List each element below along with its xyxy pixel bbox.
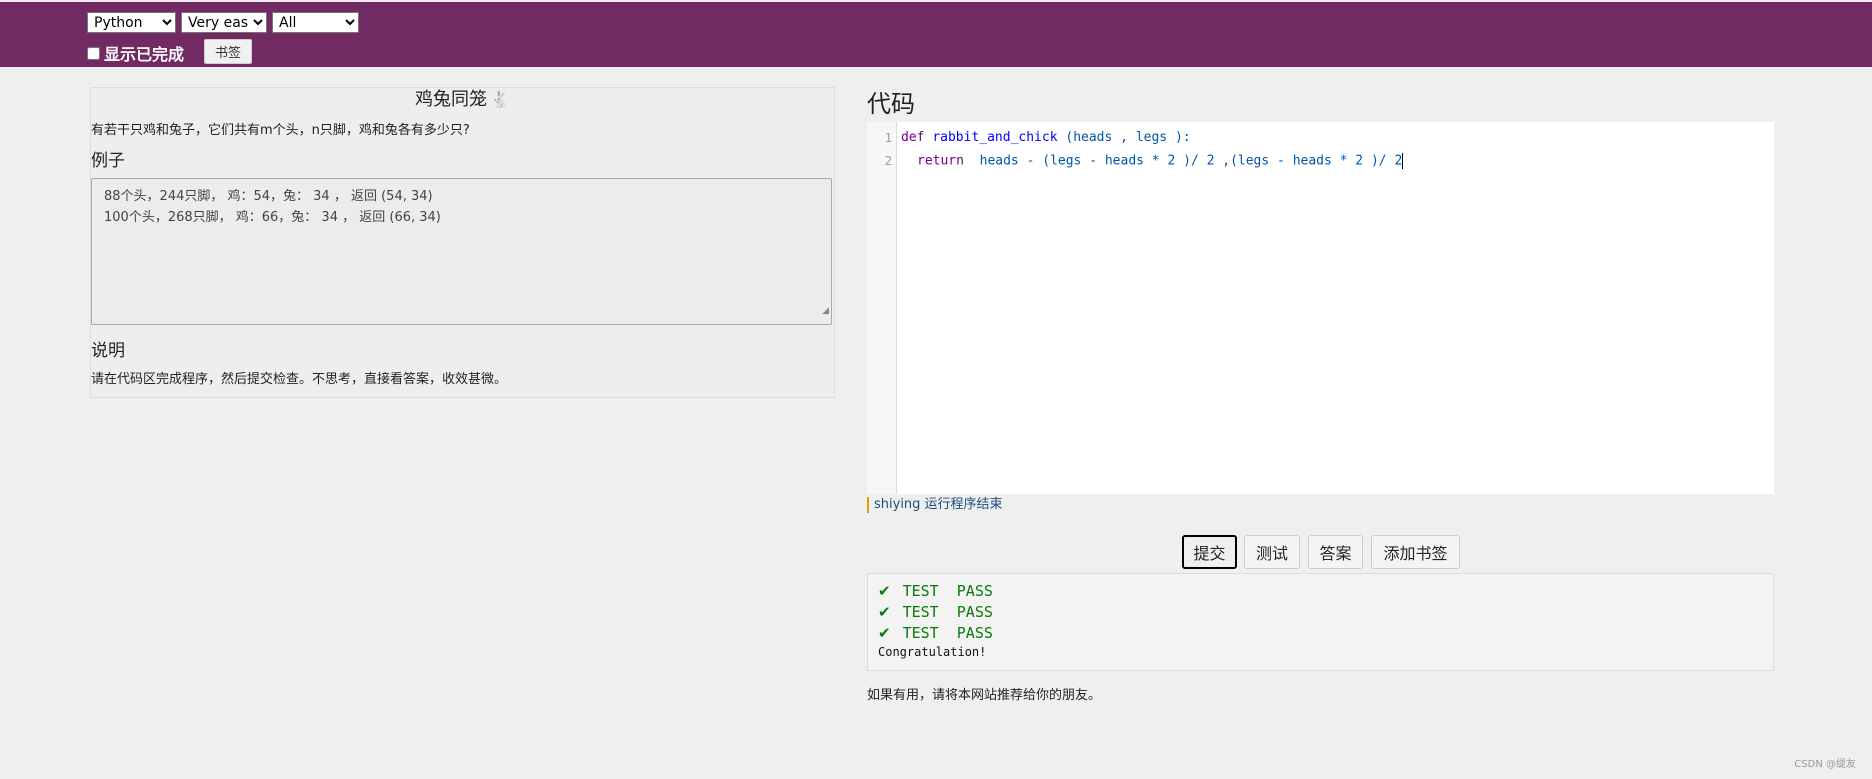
example-line: 88个头，244只脚， 鸡：54，兔： 34 ， 返回 (54, 34): [104, 189, 433, 204]
problem-description: 有若干只鸡和兔子，它们共有m个头，n只脚，鸡和兔各有多少只?: [91, 123, 470, 138]
add-bookmark-button[interactable]: 添加书签: [1371, 535, 1460, 569]
test-button[interactable]: 测试: [1244, 535, 1300, 569]
line-number-gutter: 1 2: [867, 122, 897, 494]
problem-title-row: 鸡兔同笼 🐇: [91, 88, 834, 112]
example-textarea[interactable]: 88个头，244只脚， 鸡：54，兔： 34 ， 返回 (54, 34) 100…: [91, 178, 832, 325]
test-result-text: TEST PASS: [902, 624, 993, 642]
test-results-panel: ✔ TEST PASS ✔ TEST PASS ✔ TEST PASS Congrat…: [867, 573, 1774, 671]
code-line[interactable]: return heads - (legs - heads * 2 )/ 2 ,(…: [917, 153, 1404, 169]
check-icon: ✔: [878, 624, 891, 642]
code-expression: heads - (legs - heads * 2 )/ 2 ,(legs - …: [979, 153, 1403, 169]
footer-watermark: CSDN @缇友: [1794, 759, 1856, 770]
show-completed-toggle[interactable]: 显示已完成: [87, 41, 184, 65]
show-completed-checkbox[interactable]: [87, 46, 100, 60]
example-line: 100个头，268只脚， 鸡：66，兔： 34 ， 返回 (66, 34): [104, 210, 441, 225]
text-cursor: [1402, 153, 1404, 169]
difficulty-select[interactable]: Very easy: [181, 12, 267, 33]
code-keyword: def: [901, 130, 925, 145]
submit-button[interactable]: 提交: [1182, 535, 1237, 569]
code-params: (heads , legs ):: [1057, 130, 1191, 145]
note-heading: 说明: [91, 341, 125, 361]
top-bar: Python Very easy All 显示已完成 书签: [0, 2, 1872, 67]
code-line[interactable]: def rabbit_and_chick (heads , legs ):: [901, 130, 1191, 145]
code-keyword: return: [917, 153, 964, 169]
example-heading: 例子: [91, 151, 125, 171]
check-icon: ✔: [878, 603, 891, 621]
problem-panel: 鸡兔同笼 🐇 有若干只鸡和兔子，它们共有m个头，n只脚，鸡和兔各有多少只? 例子 …: [90, 87, 835, 398]
problem-title: 鸡兔同笼: [415, 89, 488, 110]
check-icon: ✔: [878, 582, 891, 600]
test-result-row: ✔ TEST PASS: [878, 624, 993, 642]
line-number: 1: [884, 131, 892, 145]
recommend-text: 如果有用，请将本网站推荐给你的朋友。: [867, 688, 1102, 703]
code-heading: 代码: [867, 90, 915, 118]
bookmarks-button[interactable]: 书签: [204, 39, 252, 64]
show-completed-label: 显示已完成: [104, 45, 185, 64]
test-result-row: ✔ TEST PASS: [878, 582, 993, 600]
resize-grip-icon[interactable]: ◢: [822, 301, 829, 322]
language-select[interactable]: Python: [87, 12, 176, 33]
answer-button[interactable]: 答案: [1308, 535, 1363, 569]
line-number: 2: [884, 154, 892, 168]
test-result-text: TEST PASS: [902, 582, 993, 600]
congrats-message: Congratulation!: [878, 645, 987, 659]
run-status: shiying 运行程序结束: [867, 497, 1003, 513]
code-function-name: rabbit_and_chick: [932, 130, 1058, 145]
test-result-text: TEST PASS: [902, 603, 993, 621]
code-editor[interactable]: 1 2 def rabbit_and_chick (heads , legs )…: [867, 122, 1774, 494]
note-text: 请在代码区完成程序，然后提交检查。不思考，直接看答案，收效甚微。: [91, 372, 508, 387]
filter-select[interactable]: All: [272, 12, 359, 33]
test-result-row: ✔ TEST PASS: [878, 603, 993, 621]
rabbit-icon: 🐇: [490, 90, 510, 109]
